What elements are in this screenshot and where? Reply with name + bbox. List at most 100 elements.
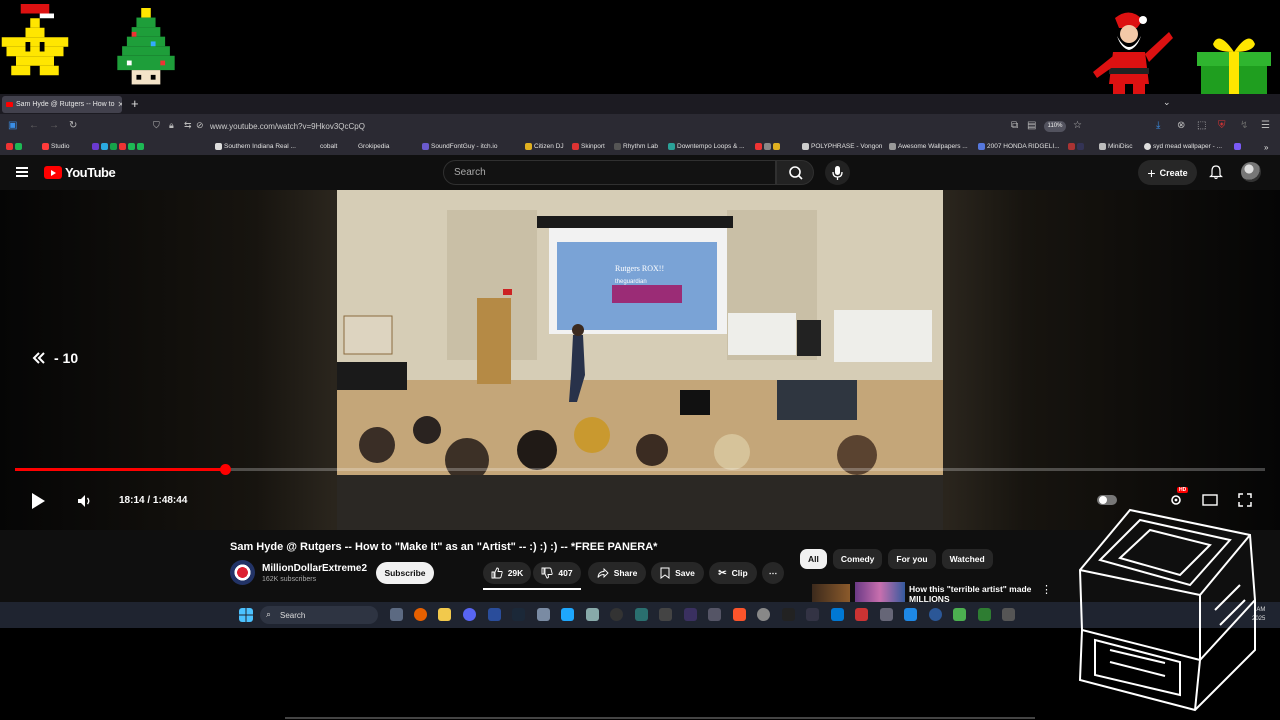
close-tab-icon[interactable]: ✕	[118, 100, 122, 109]
shield-icon[interactable]: ⛉	[153, 120, 160, 131]
app-icon-10[interactable]	[782, 608, 795, 621]
app-icon-6[interactable]	[659, 608, 672, 621]
search-button[interactable]	[776, 160, 814, 185]
extensions-puzzle-icon[interactable]: ⬚	[1197, 120, 1206, 131]
save-button[interactable]: Save	[651, 562, 704, 584]
volume-icon[interactable]	[77, 493, 93, 509]
chip-all[interactable]: All	[800, 549, 827, 569]
tab-list-chevron-icon[interactable]: ⌄	[1163, 97, 1171, 108]
new-tab-button[interactable]: +	[131, 96, 139, 111]
bookmark-honda-ridgeline[interactable]: 2007 HONDA RIDGELI...	[978, 143, 1060, 150]
search-input[interactable]: Search	[443, 160, 776, 185]
reload-icon[interactable]: ↻	[69, 120, 77, 131]
more-actions-button[interactable]: ⋯	[762, 562, 784, 584]
dislike-button[interactable]: 407	[533, 562, 581, 584]
chip-watched[interactable]: Watched	[941, 549, 993, 569]
bookmark-awesome-wallpapers[interactable]: Awesome Wallpapers ...	[889, 143, 968, 150]
mail-icon[interactable]	[855, 608, 868, 621]
bookmark-favicon-icons-4[interactable]	[1068, 143, 1084, 150]
app-icon-15[interactable]	[929, 608, 942, 621]
app-icon-1[interactable]	[488, 608, 501, 621]
sync-icon[interactable]: ↯	[1240, 120, 1248, 131]
autoplay-blocked-icon[interactable]: ⊘	[196, 120, 204, 131]
taskbar-search[interactable]: ⌕ Search	[260, 606, 378, 624]
voice-search-button[interactable]	[825, 160, 850, 185]
bookmark-downtempo[interactable]: Downtempo Loops & ...	[668, 143, 745, 150]
browser-tab-active[interactable]: Sam Hyde @ Rutgers -- How to ✕	[2, 96, 122, 113]
video-player[interactable]: Rutgers ROX!! theguardian - 10 18:14 / 1…	[0, 190, 1280, 530]
bookmark-citizen-dj[interactable]: Citizen DJ	[525, 143, 564, 150]
create-button[interactable]: + Create	[1138, 160, 1197, 185]
bookmark-favicon-icons[interactable]	[6, 143, 22, 150]
account-avatar[interactable]	[1241, 162, 1261, 182]
steam-icon[interactable]	[512, 608, 525, 621]
like-button[interactable]: 29K	[483, 562, 531, 584]
picture-in-picture-icon[interactable]: ⧉	[1011, 120, 1018, 131]
bookmark-syd-mead[interactable]: syd mead wallpaper - ...	[1144, 143, 1222, 150]
recommendation-thumbnail[interactable]	[855, 582, 905, 602]
app-icon-7[interactable]	[684, 608, 697, 621]
extension-icon[interactable]: ⊗	[1177, 120, 1185, 131]
app-icon-8[interactable]	[708, 608, 721, 621]
firefox-icon[interactable]	[414, 608, 427, 621]
app-icon-4[interactable]	[610, 608, 623, 621]
app-icon-12[interactable]	[831, 608, 844, 621]
bookmark-grokipedia[interactable]: Grokipedia	[358, 143, 389, 150]
video-frame[interactable]: Rutgers ROX!! theguardian	[337, 190, 943, 530]
bookmark-skinport[interactable]: Skinport	[572, 143, 605, 150]
recommendation-title[interactable]: How this "terrible artist" made MILLIONS	[909, 584, 1034, 604]
back-arrow-icon[interactable]: ←	[29, 120, 39, 131]
bookmark-star-icon[interactable]: ☆	[1073, 120, 1082, 131]
app-icon-16[interactable]	[953, 608, 966, 621]
zoom-indicator[interactable]: 110%	[1044, 121, 1066, 132]
bookmark-favicon-icons-2[interactable]	[92, 143, 144, 150]
guide-menu-icon[interactable]	[16, 167, 28, 177]
forward-arrow-icon[interactable]: →	[49, 120, 59, 131]
windows-start-icon[interactable]	[239, 608, 253, 622]
bookmark-rhythm-lab[interactable]: Rhythm Lab	[614, 143, 658, 150]
brave-icon[interactable]	[733, 608, 746, 621]
address-bar[interactable]: www.youtube.com/watch?v=9Hkov3QcCpQ	[210, 122, 365, 131]
clip-button[interactable]: ✂︎ Clip	[709, 562, 757, 584]
bookmark-cobalt[interactable]: cobalt	[320, 143, 337, 150]
bookmark-soundfontguy[interactable]: SoundFontGuy - itch.io	[422, 143, 497, 150]
reader-view-icon[interactable]: ▤	[1027, 120, 1036, 131]
ublock-icon[interactable]: ⛨	[1218, 120, 1226, 131]
app-icon-3[interactable]	[561, 608, 574, 621]
seek-bar[interactable]	[15, 464, 1265, 475]
app-icon-9[interactable]	[757, 608, 770, 621]
more-bookmarks-chevron-icon[interactable]: »	[1264, 143, 1268, 152]
bookmark-folder-icon[interactable]	[1234, 143, 1241, 150]
app-icon-18[interactable]	[1002, 608, 1015, 621]
menu-icon[interactable]: ☰	[1261, 120, 1270, 131]
lock-icon[interactable]: 🔒︎	[169, 120, 174, 131]
recommendation-more-icon[interactable]: ⋮	[1041, 583, 1052, 596]
bookmark-minidisc[interactable]: MiniDisc	[1099, 143, 1133, 150]
app-icon-2[interactable]	[537, 608, 550, 621]
app-icon-5[interactable]	[635, 608, 648, 621]
app-icon-17[interactable]	[978, 608, 991, 621]
chip-for-you[interactable]: For you	[888, 549, 936, 569]
play-icon[interactable]	[30, 492, 46, 510]
task-view-icon[interactable]	[390, 608, 403, 621]
calculator-icon[interactable]	[586, 608, 599, 621]
downloads-icon[interactable]: ⤓	[1156, 120, 1160, 131]
sidebar-toggle-icon[interactable]: ▣	[8, 120, 17, 131]
file-explorer-icon[interactable]	[438, 608, 451, 621]
notifications-bell-icon[interactable]	[1208, 164, 1224, 180]
youtube-logo[interactable]: YouTube	[44, 165, 116, 180]
app-icon-13[interactable]	[880, 608, 893, 621]
bookmark-favicon-icons-3[interactable]	[755, 143, 780, 150]
chip-comedy[interactable]: Comedy	[832, 549, 883, 569]
seek-bar-scrubber[interactable]	[219, 464, 231, 475]
discord-icon[interactable]	[463, 608, 476, 621]
permissions-icon[interactable]: ⇆	[184, 120, 192, 131]
bookmark-polyphrase[interactable]: POLYPHRASE - Vongon	[802, 143, 882, 150]
app-icon-14[interactable]	[904, 608, 917, 621]
bookmark-studio[interactable]: Studio	[42, 143, 69, 150]
app-icon-11[interactable]	[806, 608, 819, 621]
recommendation-thumbnail-partial[interactable]	[812, 584, 850, 602]
subscribe-button[interactable]: Subscribe	[376, 562, 434, 584]
channel-avatar[interactable]	[230, 560, 255, 585]
bookmark-southern-indiana[interactable]: Southern Indiana Real ...	[215, 143, 296, 150]
